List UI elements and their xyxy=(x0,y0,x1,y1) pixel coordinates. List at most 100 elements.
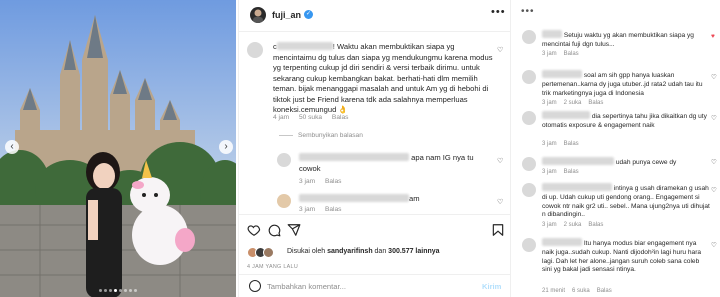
castle-photo-illustration xyxy=(0,0,236,297)
redacted-name xyxy=(542,70,582,78)
post-comment-button[interactable]: Kirim xyxy=(482,282,501,291)
side-comment-meta: 3 jam Balas xyxy=(542,51,586,57)
reply-like-icon[interactable]: ♡ xyxy=(497,157,503,165)
reply-reply-button[interactable]: Balas xyxy=(325,206,342,213)
redacted-name xyxy=(542,238,582,246)
side-reply-button[interactable]: Balas xyxy=(588,100,603,106)
replies-divider xyxy=(279,134,293,136)
redacted-name xyxy=(542,111,590,119)
side-commenter-avatar[interactable] xyxy=(522,238,536,252)
commenter-avatar[interactable] xyxy=(247,42,263,58)
chevron-right-icon[interactable]: › xyxy=(219,140,233,154)
liked-by-suffix[interactable]: lainnya xyxy=(413,248,439,255)
liked-by-text: Disukai oleh sandyarifinsh dan 300.577 l… xyxy=(287,248,440,255)
comment-time: 4 jam xyxy=(273,114,290,121)
author-avatar[interactable] xyxy=(250,7,266,23)
side-comment-meta: 3 jam 2 suka Balas xyxy=(542,100,610,106)
liked-heart-icon[interactable]: ♥ xyxy=(711,33,715,40)
side-commenter-avatar[interactable] xyxy=(522,111,536,125)
carousel-dot-active xyxy=(114,289,117,292)
carousel-dot xyxy=(104,289,107,292)
comment-text-rest: mencintaimu dg tulus dan siapa yg menduk… xyxy=(273,52,493,115)
side-like-icon[interactable]: ♡ xyxy=(711,73,717,81)
add-comment-bar: Kirim xyxy=(239,274,511,297)
side-commenter-avatar[interactable] xyxy=(522,183,536,197)
verified-badge-icon: ✓ xyxy=(304,10,313,19)
side-comment-time: 3 jam xyxy=(542,51,557,57)
bookmark-icon[interactable] xyxy=(491,223,505,237)
chevron-left-icon[interactable]: ‹ xyxy=(5,140,19,154)
carousel-dots xyxy=(0,289,236,292)
side-like-icon[interactable]: ♡ xyxy=(711,158,717,166)
side-comment-time: 21 menit xyxy=(542,288,566,294)
main-comment-text: c! Waktu akan membuktikan siapa yg menci… xyxy=(273,42,495,116)
side-comment-likes[interactable]: 2 suka xyxy=(564,222,582,228)
side-comment-text: Setuju waktu yg akan membuktikan siapa y… xyxy=(542,30,710,50)
side-reply-button[interactable]: Balas xyxy=(564,141,579,147)
more-options-icon[interactable]: ••• xyxy=(521,6,535,17)
reply-text-line2: cowok xyxy=(299,163,321,173)
side-comment-text: dia sepertinya tahu jika dikaitkan dg ut… xyxy=(542,111,710,131)
side-commenter-avatar[interactable] xyxy=(522,157,536,171)
author-username[interactable]: fuji_an xyxy=(272,10,301,20)
side-reply-button[interactable]: Balas xyxy=(588,222,603,228)
side-comment-text: Itu hanya modus biar engagement nya naik… xyxy=(542,238,710,275)
redacted-name xyxy=(542,30,562,38)
side-commenter-avatar[interactable] xyxy=(522,70,536,84)
reply-like-icon[interactable]: ♡ xyxy=(497,198,503,206)
side-comment-meta: 3 jam 2 suka Balas xyxy=(542,222,610,228)
side-like-icon[interactable]: ♡ xyxy=(711,186,717,194)
carousel-dot xyxy=(124,289,127,292)
side-like-icon[interactable]: ♡ xyxy=(711,241,717,249)
liked-by-user[interactable]: sandyarifinsh xyxy=(327,248,373,255)
more-options-icon[interactable]: ••• xyxy=(491,6,506,18)
side-comment-meta: 3 jam Balas xyxy=(542,169,586,175)
reply-reply-button[interactable]: Balas xyxy=(325,178,342,185)
send-icon[interactable] xyxy=(287,223,301,237)
side-commenter-avatar[interactable] xyxy=(522,30,536,44)
side-comment-likes[interactable]: 6 suka xyxy=(572,288,590,294)
redacted-name xyxy=(299,194,409,202)
reply-text-end: am xyxy=(409,194,420,203)
reply-meta: 3 jam Balas xyxy=(299,206,349,213)
emoji-icon[interactable] xyxy=(249,280,261,292)
comment-icon[interactable] xyxy=(267,223,281,237)
comment-reply-button[interactable]: Balas xyxy=(332,114,349,121)
reply-text: am xyxy=(299,194,489,205)
reply-text: apa nam IG nya tu cowok xyxy=(299,153,489,174)
comment-meta: 4 jam 50 suka Balas xyxy=(273,114,356,121)
redacted-name xyxy=(542,183,612,191)
side-comment-meta: 21 menit 6 suka Balas xyxy=(542,288,619,294)
liked-by-prefix: Disukai oleh xyxy=(287,248,328,255)
carousel-dot xyxy=(129,289,132,292)
side-comment-time: 3 jam xyxy=(542,100,557,106)
side-reply-button[interactable]: Balas xyxy=(564,169,579,175)
reply-time: 3 jam xyxy=(299,206,316,213)
side-reply-button[interactable]: Balas xyxy=(597,288,612,294)
carousel-dot xyxy=(119,289,122,292)
hide-replies-button[interactable]: Sembunyikan balasan xyxy=(279,132,363,139)
carousel-dot xyxy=(109,289,112,292)
reply-avatar[interactable] xyxy=(277,153,291,167)
comment-likes[interactable]: 50 suka xyxy=(299,114,322,121)
side-like-icon[interactable]: ♡ xyxy=(711,114,717,122)
redacted-name xyxy=(276,42,333,50)
post-header: fuji_an ✓ ••• xyxy=(239,0,511,32)
post-time-ago: 4 JAM YANG LALU xyxy=(247,264,299,270)
side-comment-time: 3 jam xyxy=(542,169,557,175)
liker-avatar[interactable] xyxy=(263,247,274,258)
side-comment-body: udah punya cewe dy xyxy=(615,159,677,166)
side-comment-likes[interactable]: 2 suka xyxy=(564,100,582,106)
carousel-dot xyxy=(99,289,102,292)
comment-like-icon[interactable]: ♡ xyxy=(497,46,503,54)
comment-input[interactable] xyxy=(267,279,467,293)
side-comment-time: 3 jam xyxy=(542,222,557,228)
post-panel: fuji_an ✓ ••• c! Waktu akan membuktikan … xyxy=(238,0,511,297)
reply-text-end: apa nam IG nya tu xyxy=(411,153,474,162)
post-photo[interactable]: ‹ › xyxy=(0,0,236,297)
side-comment-text: udah punya cewe dy xyxy=(542,157,710,168)
side-reply-button[interactable]: Balas xyxy=(564,51,579,57)
heart-icon[interactable] xyxy=(247,223,261,237)
likes-count[interactable]: 300.577 xyxy=(388,248,413,255)
reply-avatar[interactable] xyxy=(277,194,291,208)
